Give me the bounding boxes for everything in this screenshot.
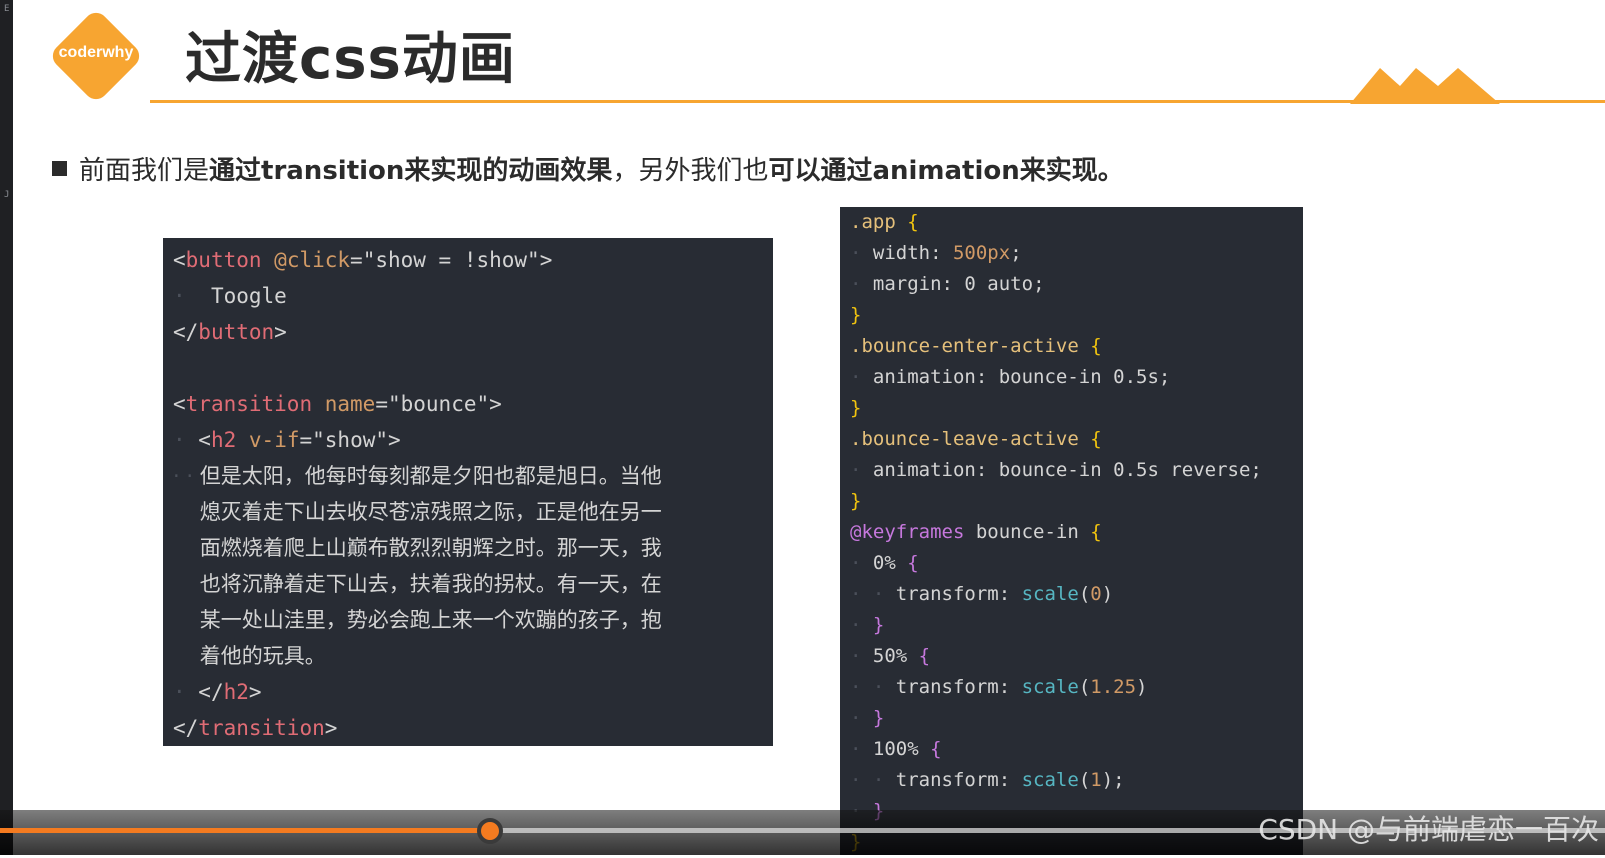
code-line: } xyxy=(850,490,862,512)
code-line: · animation: bounce-in 0.5s reverse; xyxy=(850,459,1262,481)
code-line: <transition name="bounce"> xyxy=(173,392,502,416)
bullet-text-bold: 通过transition来实现的动画效果 xyxy=(209,156,613,186)
code-line: </button> xyxy=(173,320,287,344)
css-code-block: .app { · width: 500px; · margin: 0 auto;… xyxy=(840,207,1303,855)
code-line: <button @click="show = !show"> xyxy=(173,248,553,272)
code-line: · 100% { xyxy=(850,738,942,760)
coderwhy-logo: coderwhy xyxy=(47,7,145,105)
code-line: · </h2> xyxy=(173,680,262,704)
code-line: } xyxy=(850,397,862,419)
code-line: · } xyxy=(850,707,885,729)
code-line: · Toogle xyxy=(173,284,287,308)
code-line: · animation: bounce-in 0.5s; xyxy=(850,366,1171,388)
code-prose-line: 着他的玩具。 xyxy=(199,644,326,668)
code-line: .bounce-leave-active { xyxy=(850,428,1102,450)
code-line: @keyframes bounce-in { xyxy=(850,521,1102,543)
editor-sidebar-strip: E J xyxy=(0,0,13,855)
template-code-block: <button @click="show = !show"> · Toogle … xyxy=(163,238,773,746)
watermark: CSDN @与前端虐恋一百次 xyxy=(1258,813,1599,846)
code-line: · width: 500px; xyxy=(850,242,1022,264)
code-line: · · transform: scale(1.25) xyxy=(850,676,1148,698)
bullet-text-bold: 可以通过animation来实现。 xyxy=(768,156,1124,186)
slide-title: 过渡css动画 xyxy=(185,27,516,92)
bullet-square-icon xyxy=(52,161,67,176)
sidebar-glyph: E xyxy=(4,4,10,14)
code-line: · · transform: scale(0) xyxy=(850,583,1114,605)
progress-fill xyxy=(0,828,490,833)
logo-text: coderwhy xyxy=(58,44,134,61)
code-prose-line: 面燃烧着爬上山巅布散烈烈朝辉之时。那一天，我 xyxy=(199,536,662,560)
code-line: .app { xyxy=(850,211,919,233)
code-prose-line: 熄灭着走下山去收尽苍凉残照之际，正是他在另一 xyxy=(199,500,662,524)
code-line: · <h2 v-if="show"> xyxy=(173,428,401,452)
mountains-icon xyxy=(1350,68,1500,104)
code-prose-line: 也将沉静着走下山去，扶着我的拐杖。有一天，在 xyxy=(199,572,662,596)
code-prose-line: 某一处山洼里，势必会跑上来一个欢蹦的孩子，抱 xyxy=(199,608,662,632)
bullet-text: 前面我们是 xyxy=(79,156,210,186)
code-prose-line: · · 但是太阳，他每时每刻都是夕阳也都是旭日。当他 xyxy=(173,464,662,488)
code-line: </transition> xyxy=(173,716,338,740)
code-line: · 50% { xyxy=(850,645,931,667)
code-line: · margin: 0 auto; xyxy=(850,273,1045,295)
code-line: .bounce-enter-active { xyxy=(850,335,1102,357)
bullet-text: ，另外我们也 xyxy=(612,156,769,186)
sidebar-glyph: J xyxy=(4,190,10,200)
code-line: · · transform: scale(1); xyxy=(850,769,1125,791)
progress-handle[interactable] xyxy=(476,818,503,844)
code-line: · } xyxy=(850,614,885,636)
bullet-point: 前面我们是通过transition来实现的动画效果，另外我们也可以通过anima… xyxy=(52,150,1124,187)
code-line: · 0% { xyxy=(850,552,919,574)
code-line: } xyxy=(850,304,862,326)
